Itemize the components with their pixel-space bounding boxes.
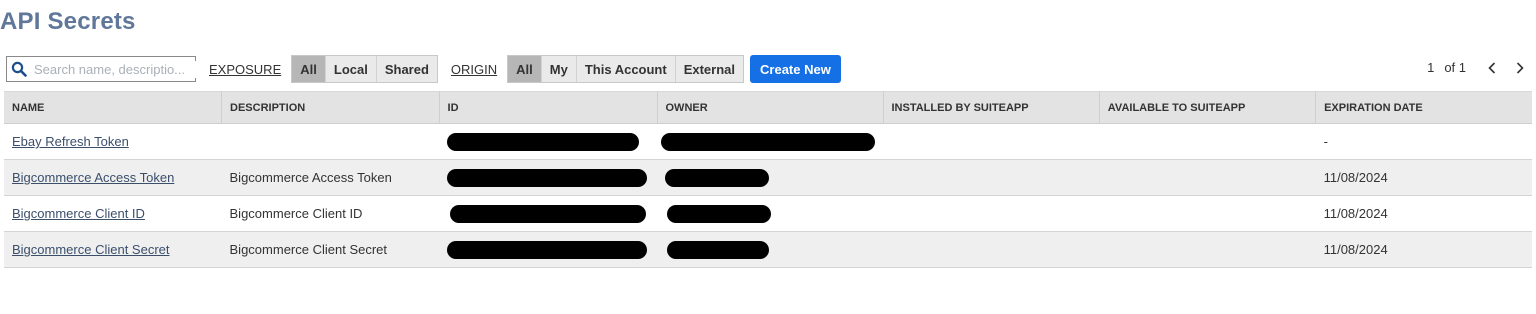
cell-available-to: [1099, 231, 1316, 268]
cell-name: Bigcommerce Access Token: [4, 159, 222, 196]
origin-all-button[interactable]: All: [508, 56, 541, 82]
cell-name: Bigcommerce Client Secret: [4, 231, 222, 268]
chevron-left-icon[interactable]: [1484, 61, 1500, 74]
redaction-bar: [447, 132, 640, 151]
origin-filter-label[interactable]: ORIGIN: [451, 62, 497, 77]
table-row: Ebay Refresh Token -: [4, 123, 1532, 160]
create-new-button[interactable]: Create New: [750, 55, 841, 83]
cell-expiration: 11/08/2024: [1315, 159, 1532, 196]
table-header-row: NAME DESCRIPTION ID OWNER INSTALLED BY S…: [4, 91, 1532, 124]
page-total: of 1: [1444, 60, 1466, 75]
secret-name-link[interactable]: Bigcommerce Client Secret: [12, 242, 170, 257]
cell-description: Bigcommerce Client Secret: [221, 231, 440, 268]
page-title: API Secrets: [0, 8, 136, 35]
column-header-installed-by-suiteapp[interactable]: INSTALLED BY SUITEAPP: [883, 91, 1100, 124]
redaction-bar: [447, 240, 648, 259]
cell-installed-by: [883, 231, 1100, 268]
origin-filter: All My This Account External: [507, 55, 745, 83]
cell-owner: [657, 123, 883, 160]
secret-name-link[interactable]: Bigcommerce Client ID: [12, 206, 145, 221]
secret-name-link[interactable]: Bigcommerce Access Token: [12, 170, 174, 185]
redaction-bar: [667, 240, 769, 259]
exposure-shared-button[interactable]: Shared: [375, 56, 437, 82]
cell-name: Ebay Refresh Token: [4, 123, 222, 160]
toolbar: EXPOSURE All Local Shared ORIGIN All My …: [6, 55, 841, 83]
cell-expiration: 11/08/2024: [1315, 231, 1532, 268]
pagination: 1 of 1: [1427, 60, 1528, 75]
secret-name-link[interactable]: Ebay Refresh Token: [12, 134, 129, 149]
secrets-table: NAME DESCRIPTION ID OWNER INSTALLED BY S…: [4, 91, 1532, 268]
search-box[interactable]: [6, 56, 196, 82]
cell-description: [221, 123, 440, 160]
redaction-bar: [667, 204, 771, 223]
cell-owner: [657, 159, 883, 196]
origin-this-account-button[interactable]: This Account: [575, 56, 675, 82]
column-header-name[interactable]: NAME: [4, 91, 223, 124]
column-header-description[interactable]: DESCRIPTION: [221, 91, 440, 124]
cell-expiration: 11/08/2024: [1315, 195, 1532, 232]
redaction-bar: [447, 168, 648, 187]
column-header-owner[interactable]: OWNER: [657, 91, 884, 124]
cell-installed-by: [883, 123, 1100, 160]
cell-available-to: [1099, 195, 1316, 232]
column-header-available-to-suiteapp[interactable]: AVAILABLE TO SUITEAPP: [1099, 91, 1317, 124]
cell-expiration: -: [1315, 123, 1532, 160]
chevron-right-icon[interactable]: [1512, 61, 1528, 74]
table-row: Bigcommerce Access Token Bigcommerce Acc…: [4, 159, 1532, 196]
cell-available-to: [1099, 123, 1316, 160]
cell-id: [439, 231, 657, 268]
cell-name: Bigcommerce Client ID: [4, 195, 222, 232]
cell-available-to: [1099, 159, 1316, 196]
cell-id: [439, 195, 657, 232]
column-header-expiration-date[interactable]: EXPIRATION DATE: [1315, 91, 1532, 124]
cell-owner: [657, 231, 883, 268]
column-header-id[interactable]: ID: [439, 91, 658, 124]
redaction-bar: [665, 168, 769, 187]
cell-description: Bigcommerce Access Token: [221, 159, 440, 196]
cell-description: Bigcommerce Client ID: [221, 195, 440, 232]
cell-installed-by: [883, 159, 1100, 196]
exposure-filter-label[interactable]: EXPOSURE: [209, 62, 281, 77]
table-row: Bigcommerce Client Secret Bigcommerce Cl…: [4, 231, 1532, 268]
exposure-all-button[interactable]: All: [292, 56, 325, 82]
cell-id: [439, 159, 657, 196]
exposure-local-button[interactable]: Local: [324, 56, 376, 82]
search-icon: [11, 61, 27, 77]
cell-id: [439, 123, 657, 160]
page-number: 1: [1427, 60, 1435, 75]
origin-external-button[interactable]: External: [674, 56, 744, 82]
cell-installed-by: [883, 195, 1100, 232]
redaction-bar: [450, 204, 647, 223]
table-row: Bigcommerce Client ID Bigcommerce Client…: [4, 195, 1532, 232]
search-input[interactable]: [32, 60, 196, 78]
exposure-filter: All Local Shared: [291, 55, 438, 83]
origin-my-button[interactable]: My: [540, 56, 576, 82]
cell-owner: [657, 195, 883, 232]
redaction-bar: [661, 132, 875, 151]
